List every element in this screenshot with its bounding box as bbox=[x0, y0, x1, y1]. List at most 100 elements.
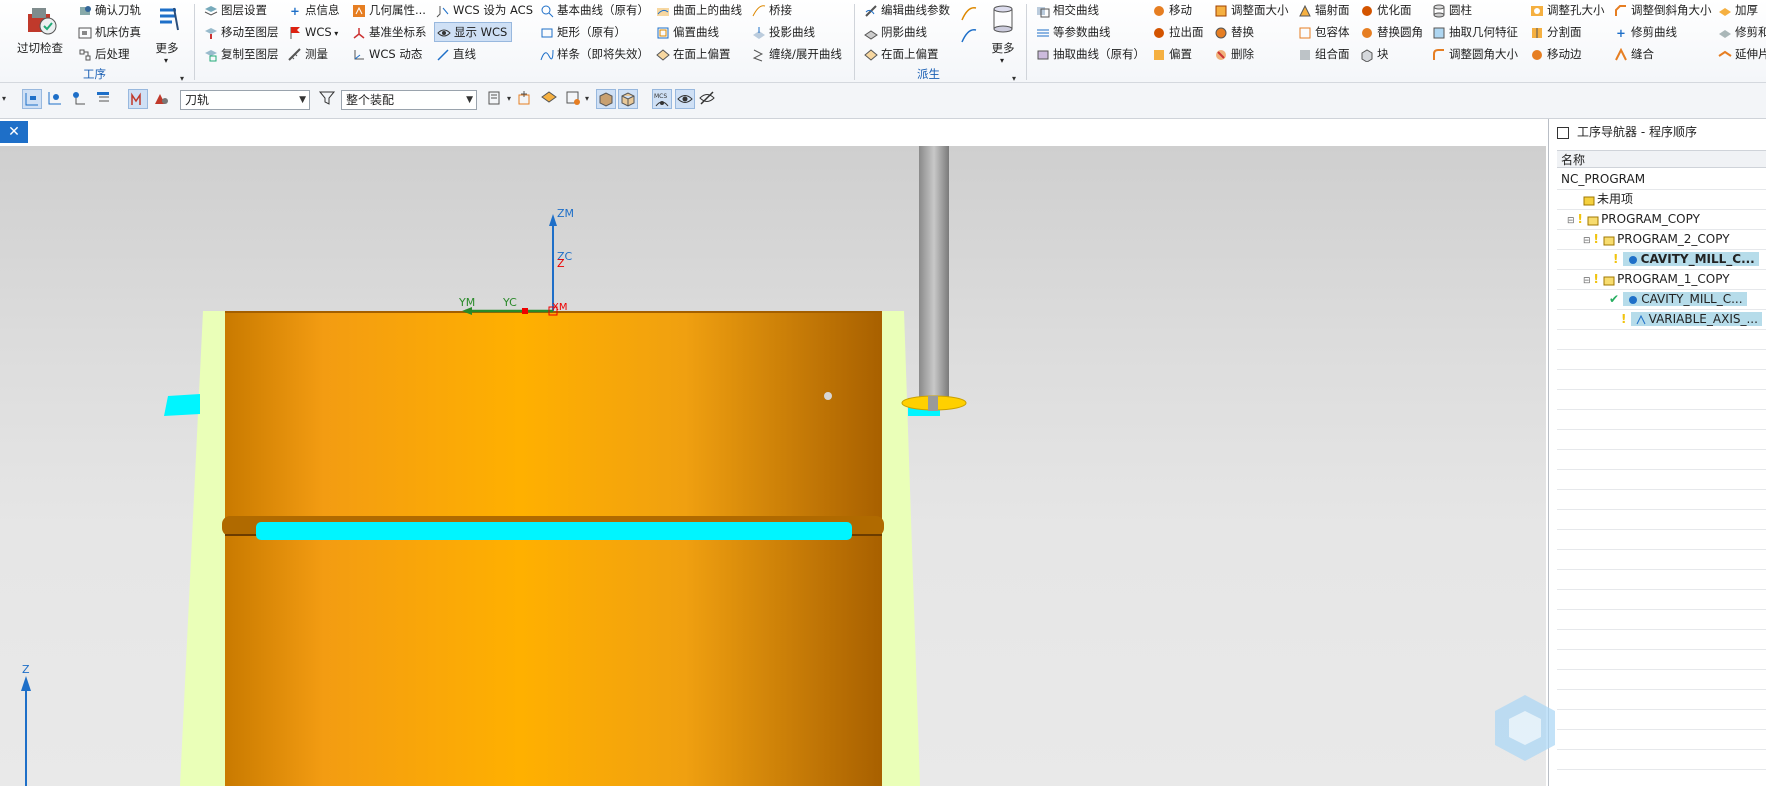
cavity-mill-icon bbox=[1628, 255, 1637, 264]
toolpath-filter-button[interactable] bbox=[152, 89, 172, 109]
resize-face-button[interactable]: 调整面大小 bbox=[1214, 0, 1289, 20]
select-body-button[interactable] bbox=[564, 89, 584, 109]
optimize-face-button[interactable]: 优化面 bbox=[1360, 0, 1412, 20]
datum-csys-button[interactable]: 基准坐标系 bbox=[352, 22, 427, 42]
tree-row-cavity-mill-1[interactable]: ! CAVITY_MILL_C... bbox=[1557, 249, 1766, 270]
postprocess-button[interactable]: 后处理 bbox=[78, 44, 130, 64]
chevron-down-icon[interactable]: ▾ bbox=[507, 94, 511, 103]
type-filter-select[interactable]: 刀轨 ▼ bbox=[180, 90, 310, 110]
tree-row-variable-axis[interactable]: ! VARIABLE_AXIS_... bbox=[1557, 309, 1766, 330]
move-to-layer-button[interactable]: 移动至图层 bbox=[204, 22, 279, 42]
move-edge-icon bbox=[1532, 49, 1542, 60]
group-expand-icon[interactable]: ▾ bbox=[1012, 74, 1016, 83]
chevron-down-icon[interactable]: ▾ bbox=[2, 94, 6, 103]
block-button[interactable]: 块 bbox=[1360, 44, 1389, 64]
show-hide-button[interactable] bbox=[675, 89, 695, 109]
tree-row-program-2-copy[interactable]: ⊟ ! PROGRAM_2_COPY bbox=[1557, 229, 1766, 250]
tree-row-empty bbox=[1557, 429, 1766, 450]
resize-chamfer-button[interactable]: 调整倒斜角大小 bbox=[1614, 0, 1712, 20]
snap-point-button[interactable] bbox=[516, 89, 536, 109]
replace-face-button[interactable]: 替换 bbox=[1214, 22, 1254, 42]
contain-body-label: 包容体 bbox=[1315, 25, 1350, 39]
show-mcs-button[interactable]: MCS bbox=[652, 89, 672, 109]
split-face-button[interactable]: 分割面 bbox=[1530, 22, 1582, 42]
copy-to-layer-button[interactable]: 复制至图层 bbox=[204, 44, 279, 64]
offset-in-face-button[interactable]: 在面上偏置 bbox=[656, 44, 731, 64]
cylinder-button[interactable]: 圆柱 bbox=[1432, 0, 1472, 20]
group-expand-icon[interactable]: ▾ bbox=[180, 74, 184, 83]
geometry-view-button[interactable] bbox=[70, 89, 90, 109]
offset-in-face2-button[interactable]: 在面上偏置 bbox=[864, 44, 939, 64]
bridge-button[interactable]: 桥接 bbox=[752, 0, 792, 20]
wcs-set-acs-button[interactable]: WCS 设为 ACS bbox=[436, 0, 533, 20]
tree-row-nc-program[interactable]: NC_PROGRAM bbox=[1557, 169, 1766, 190]
collapse-icon[interactable]: ⊟ bbox=[1583, 276, 1593, 286]
offset-curve-button[interactable]: 偏置曲线 bbox=[656, 22, 719, 42]
repair-button[interactable]: 修剪和 bbox=[1718, 22, 1766, 42]
select-tools-button[interactable] bbox=[486, 89, 506, 109]
move-face-button[interactable]: 移动 bbox=[1152, 0, 1192, 20]
filter-icon-button[interactable] bbox=[318, 89, 338, 109]
wrap-unwrap-button[interactable]: 缠绕/展开曲线 bbox=[752, 44, 842, 64]
show-toolpath-button[interactable] bbox=[128, 89, 148, 109]
select-face-button[interactable] bbox=[540, 89, 560, 109]
assembly-scope-select[interactable]: 整个装配 ▼ bbox=[341, 90, 477, 110]
point-info-button[interactable]: + 点信息 bbox=[288, 0, 339, 20]
resize-blend-button[interactable]: 调整圆角大小 bbox=[1432, 44, 1518, 64]
machine-sim-button[interactable]: 机床仿真 bbox=[78, 22, 141, 42]
line-button[interactable]: 直线 bbox=[436, 44, 476, 64]
chevron-down-icon[interactable]: ▾ bbox=[585, 94, 589, 103]
intersect-curve-button[interactable]: 相交曲线 bbox=[1036, 0, 1099, 20]
hide-path-button[interactable] bbox=[698, 89, 718, 109]
tree-row-unused[interactable]: 未用项 bbox=[1557, 189, 1766, 210]
offset-face-button[interactable]: 偏置 bbox=[1152, 44, 1192, 64]
wcs-dynamic-button[interactable]: WCS 动态 bbox=[352, 44, 422, 64]
geom-props-button[interactable]: 几何属性... bbox=[352, 0, 426, 20]
show-wcs-toggle[interactable]: 显示 WCS bbox=[434, 22, 513, 42]
method-view-button[interactable] bbox=[94, 89, 114, 109]
layer-settings-button[interactable]: 图层设置 bbox=[204, 0, 267, 20]
derived-more-button[interactable]: 更多 ▾ bbox=[986, 4, 1020, 66]
graphics-viewport[interactable]: ZM ZC Z YM YC XM Z bbox=[0, 146, 1546, 786]
extend-sheet-button[interactable]: 延伸片 bbox=[1718, 44, 1766, 64]
resize-hole-button[interactable]: 调整孔大小 bbox=[1530, 0, 1605, 20]
active-document-tab[interactable]: ✕ bbox=[0, 121, 28, 143]
sew-button[interactable]: 缝合 bbox=[1614, 44, 1654, 64]
extract-curve-button[interactable]: 抽取曲线（原有） bbox=[1036, 44, 1145, 64]
rectangle-button[interactable]: 矩形（原有） bbox=[540, 22, 626, 42]
wireframe-view-button[interactable] bbox=[618, 89, 638, 109]
confirm-toolpath-button[interactable]: 确认刀轨 bbox=[78, 0, 141, 20]
curve-on-surface-button[interactable]: 曲面上的曲线 bbox=[656, 0, 742, 20]
project-curve-button[interactable]: 投影曲线 bbox=[752, 22, 815, 42]
thicken-button[interactable]: 加厚 bbox=[1718, 0, 1758, 20]
delete-face-button[interactable]: 删除 bbox=[1214, 44, 1254, 64]
contain-body-button[interactable]: 包容体 bbox=[1298, 22, 1350, 42]
trim-curve-button[interactable]: + 修剪曲线 bbox=[1614, 22, 1677, 42]
basic-curve-button[interactable]: 基本曲线（原有） bbox=[540, 0, 649, 20]
collapse-icon[interactable]: ⊟ bbox=[1567, 216, 1577, 226]
replace-blend-button[interactable]: 替换圆角 bbox=[1360, 22, 1423, 42]
edit-curve-params-button[interactable]: 编辑曲线参数 bbox=[864, 0, 950, 20]
machine-tool-view-button[interactable] bbox=[46, 89, 66, 109]
isoparametric-curve-button[interactable]: 等参数曲线 bbox=[1036, 22, 1111, 42]
tree-row-program-copy[interactable]: ⊟ ! PROGRAM_COPY bbox=[1557, 209, 1766, 230]
radiate-face-button[interactable]: 辐射面 bbox=[1298, 0, 1350, 20]
toolpath-check-button[interactable]: 过切检查 bbox=[14, 4, 66, 62]
move-edge-button[interactable]: 移动边 bbox=[1530, 44, 1582, 64]
shaded-view-button[interactable] bbox=[596, 89, 616, 109]
measure-button[interactable]: 测量 bbox=[288, 44, 328, 64]
select-program-view-button[interactable] bbox=[22, 89, 42, 109]
pull-face-button[interactable]: 拉出面 bbox=[1152, 22, 1204, 42]
spline-button[interactable]: 样条（即将失效） bbox=[540, 44, 649, 64]
combine-face-button[interactable]: 组合面 bbox=[1298, 44, 1350, 64]
window-icon[interactable] bbox=[1557, 126, 1569, 139]
wcs-dropdown[interactable]: WCS ▾ bbox=[288, 22, 338, 42]
tree-row-cavity-mill-2[interactable]: ✔ CAVITY_MILL_C... bbox=[1557, 289, 1766, 310]
shadow-curve-button[interactable]: 阴影曲线 bbox=[864, 22, 927, 42]
extract-geom-button[interactable]: 抽取几何特征 bbox=[1432, 22, 1518, 42]
tree-row-program-1-copy[interactable]: ⊟ ! PROGRAM_1_COPY bbox=[1557, 269, 1766, 290]
column-header-name[interactable]: 名称 bbox=[1557, 150, 1766, 168]
collapse-icon[interactable]: ⊟ bbox=[1583, 236, 1593, 246]
close-icon[interactable]: ✕ bbox=[8, 124, 20, 140]
operation-more-button[interactable]: 更多 ▾ bbox=[150, 4, 184, 65]
